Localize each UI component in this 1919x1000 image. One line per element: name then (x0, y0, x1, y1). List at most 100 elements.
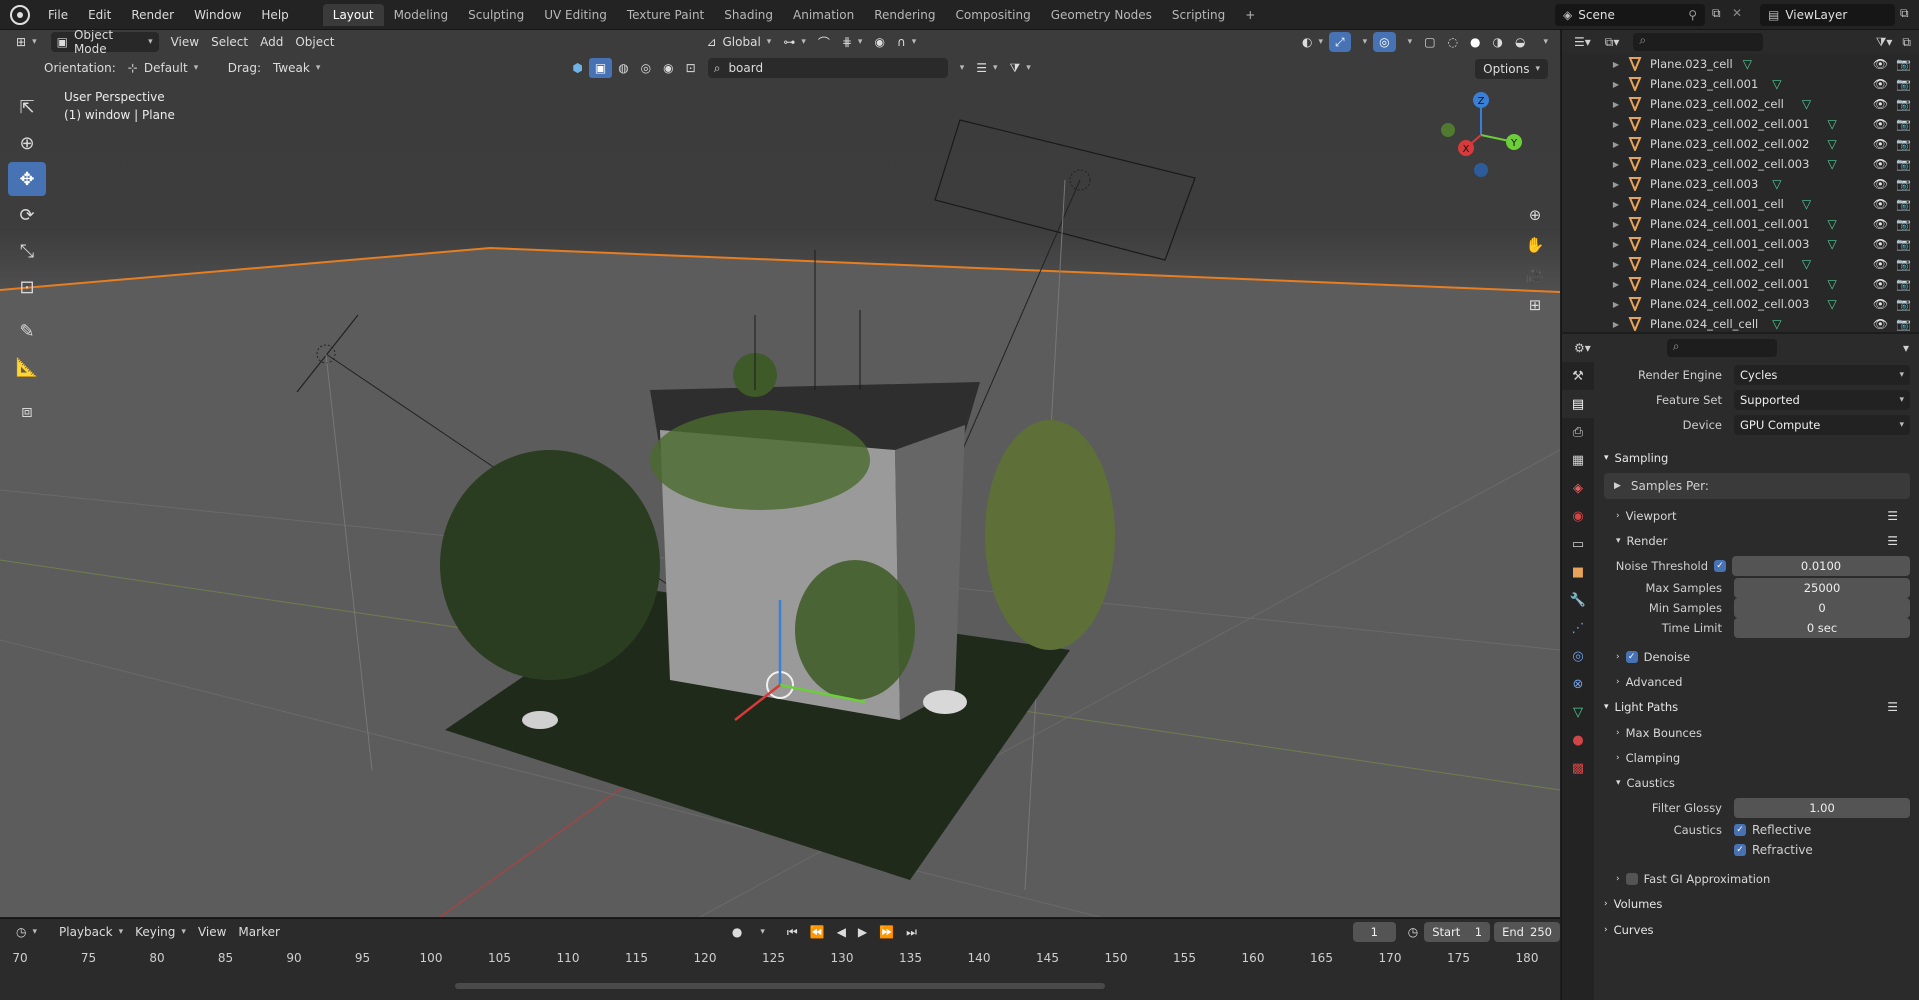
outliner-row[interactable]: ▶ Plane.023_cell.002_cell.001 ▽ 👁 📷 (1562, 114, 1919, 134)
menu-edit[interactable]: Edit (78, 8, 121, 22)
tab-geometry-nodes[interactable]: Geometry Nodes (1041, 4, 1162, 26)
mesh-data-icon[interactable]: ▽ (1827, 297, 1836, 311)
tab-uv-editing[interactable]: UV Editing (534, 4, 617, 26)
reflective-checkbox[interactable]: ✓ (1734, 824, 1746, 836)
timeline-editor-icon[interactable]: ◷ ▾ (10, 922, 43, 942)
expand-triangle-icon[interactable]: ▶ (1608, 300, 1624, 309)
render-camera-icon[interactable]: 📷 (1896, 237, 1911, 251)
measure-tool-icon[interactable]: 📐 (8, 350, 46, 384)
perspective-toggle-icon[interactable]: ⊞ (1522, 292, 1548, 318)
eye-icon[interactable]: 👁 (1873, 57, 1888, 71)
play-reverse-icon[interactable]: ◀ (831, 922, 852, 942)
xray-icon[interactable]: ▢ (1418, 32, 1441, 52)
fast-gi-checkbox[interactable] (1625, 872, 1638, 885)
add-workspace-button[interactable]: + (1235, 4, 1265, 26)
render-camera-icon[interactable]: 📷 (1896, 177, 1911, 191)
menu-select[interactable]: Select (205, 32, 254, 52)
overlays-dropdown-icon[interactable]: ▾ (1396, 32, 1419, 52)
expand-triangle-icon[interactable]: ▶ (1608, 180, 1624, 189)
transform-tool-icon[interactable]: ⊡ (8, 270, 46, 304)
render-camera-icon[interactable]: 📷 (1896, 117, 1911, 131)
properties-editor-icon[interactable]: ⚙▾ (1574, 341, 1591, 355)
menu-view[interactable]: View (165, 32, 205, 52)
current-frame-field[interactable]: 1 (1352, 922, 1396, 942)
outliner-editor-icon[interactable]: ☰▾ (1574, 35, 1591, 49)
outliner-row[interactable]: ▶ Plane.024_cell.001_cell.001 ▽ 👁 📷 (1562, 214, 1919, 234)
scene-selector[interactable]: ◈ Scene ⚲ (1555, 4, 1705, 26)
eye-icon[interactable]: 👁 (1873, 137, 1888, 151)
navigation-gizmo[interactable]: Z Y X (1436, 90, 1526, 180)
world-tab-icon[interactable]: ◉ (1562, 502, 1594, 530)
preset-list-icon[interactable]: ☰ (1887, 700, 1898, 714)
list-options-icon[interactable]: ☰ ▾ (970, 58, 1003, 78)
menu-object[interactable]: Object (289, 32, 340, 52)
max-bounces-subpanel[interactable]: › Max Bounces (1594, 720, 1919, 745)
expand-triangle-icon[interactable]: ▶ (1608, 140, 1624, 149)
mesh-data-icon[interactable]: ▽ (1827, 217, 1836, 231)
mesh-data-icon[interactable]: ▽ (1772, 317, 1781, 331)
viewport-subpanel[interactable]: › Viewport ☰ (1594, 503, 1919, 528)
options-button[interactable]: Options ▾ (1475, 59, 1548, 79)
filter-object-types-icon[interactable]: ⬢ (566, 58, 588, 78)
select-invert-icon[interactable]: ◉ (657, 58, 679, 78)
eye-icon[interactable]: 👁 (1873, 197, 1888, 211)
timeline-scrollbar[interactable] (455, 983, 1105, 989)
eye-icon[interactable]: 👁 (1873, 237, 1888, 251)
outliner-row[interactable]: ▶ Plane.024_cell.002_cell ▽ 👁 📷 (1562, 254, 1919, 274)
start-frame-field[interactable]: Start 1 (1424, 922, 1491, 942)
clock-icon[interactable]: ◷ (1402, 922, 1424, 942)
tab-scripting[interactable]: Scripting (1162, 4, 1235, 26)
tool-tab-icon[interactable]: ⚒ (1562, 362, 1594, 390)
render-camera-icon[interactable]: 📷 (1896, 137, 1911, 151)
render-camera-icon[interactable]: 📷 (1896, 97, 1911, 111)
outliner-row[interactable]: ▶ Plane.023_cell.003 ▽ 👁 📷 (1562, 174, 1919, 194)
display-mode-icon[interactable]: ⧉▾ (1605, 35, 1620, 50)
expand-triangle-icon[interactable]: ▶ (1608, 120, 1624, 129)
shading-dropdown-icon[interactable]: ▾ (1531, 32, 1554, 52)
mesh-data-icon[interactable]: ▽ (1827, 117, 1836, 131)
mesh-data-icon[interactable]: ▽ (1827, 237, 1836, 251)
cursor-tool-icon[interactable]: ⊕ (8, 126, 46, 160)
mesh-data-icon[interactable]: ▽ (1827, 137, 1836, 151)
sampling-panel-header[interactable]: ▾ Sampling (1594, 445, 1919, 471)
view-layer-tab-icon[interactable]: ▦ (1562, 446, 1594, 474)
render-subpanel[interactable]: ▾ Render ☰ (1594, 528, 1919, 553)
move-tool-icon[interactable]: ✥ (8, 162, 46, 196)
tab-layout[interactable]: Layout (322, 3, 384, 26)
select-intersect-icon[interactable]: ⊡ (680, 58, 702, 78)
expand-triangle-icon[interactable]: ▶ (1608, 60, 1624, 69)
next-keyframe-icon[interactable]: ⏩ (873, 922, 900, 942)
pan-hand-icon[interactable]: ✋ (1522, 232, 1548, 258)
preset-list-icon[interactable]: ☰ (1887, 534, 1898, 548)
pivot-point-icon[interactable]: ⊶ ▾ (777, 32, 812, 52)
delete-scene-icon[interactable]: ✕ (1732, 6, 1742, 20)
menu-help[interactable]: Help (251, 8, 298, 22)
eye-icon[interactable]: 👁 (1873, 257, 1888, 271)
search-dropdown-icon[interactable]: ▾ (948, 58, 971, 78)
outliner-row[interactable]: ▶ Plane.023_cell ▽ 👁 📷 (1562, 54, 1919, 74)
end-frame-field[interactable]: End 250 (1494, 922, 1560, 942)
outliner-row[interactable]: ▶ Plane.023_cell.002_cell ▽ 👁 📷 (1562, 94, 1919, 114)
caustics-subpanel[interactable]: ▾ Caustics (1594, 770, 1919, 795)
search-field[interactable]: ⌕ board (707, 58, 948, 78)
menu-file[interactable]: File (38, 8, 78, 22)
constraints-tab-icon[interactable]: ⊗ (1562, 670, 1594, 698)
denoise-checkbox[interactable]: ✓ (1625, 650, 1638, 663)
particles-tab-icon[interactable]: ⋰ (1562, 614, 1594, 642)
expand-triangle-icon[interactable]: ▶ (1608, 100, 1624, 109)
mesh-data-icon[interactable]: ▽ (1743, 57, 1752, 71)
data-tab-icon[interactable]: ▽ (1562, 698, 1594, 726)
eye-icon[interactable]: 👁 (1873, 77, 1888, 91)
gizmo-dropdown-icon[interactable]: ▾ (1351, 32, 1374, 52)
visibility-icon[interactable]: ◐ ▾ (1296, 32, 1329, 52)
outliner-row[interactable]: ▶ Plane.023_cell.002_cell.003 ▽ 👁 📷 (1562, 154, 1919, 174)
outliner-search-input[interactable]: ⌕ (1633, 33, 1764, 51)
clamping-subpanel[interactable]: › Clamping (1594, 745, 1919, 770)
eye-icon[interactable]: 👁 (1873, 277, 1888, 291)
scene-tab-icon[interactable]: ◈ (1562, 474, 1594, 502)
select-mode-icon[interactable]: ▣ (588, 58, 613, 78)
outliner-row[interactable]: ▶ Plane.024_cell.001_cell.003 ▽ 👁 📷 (1562, 234, 1919, 254)
light-paths-panel-header[interactable]: ▾ Light Paths ☰ (1594, 694, 1919, 720)
physics-tab-icon[interactable]: ◎ (1562, 642, 1594, 670)
eye-icon[interactable]: 👁 (1873, 217, 1888, 231)
